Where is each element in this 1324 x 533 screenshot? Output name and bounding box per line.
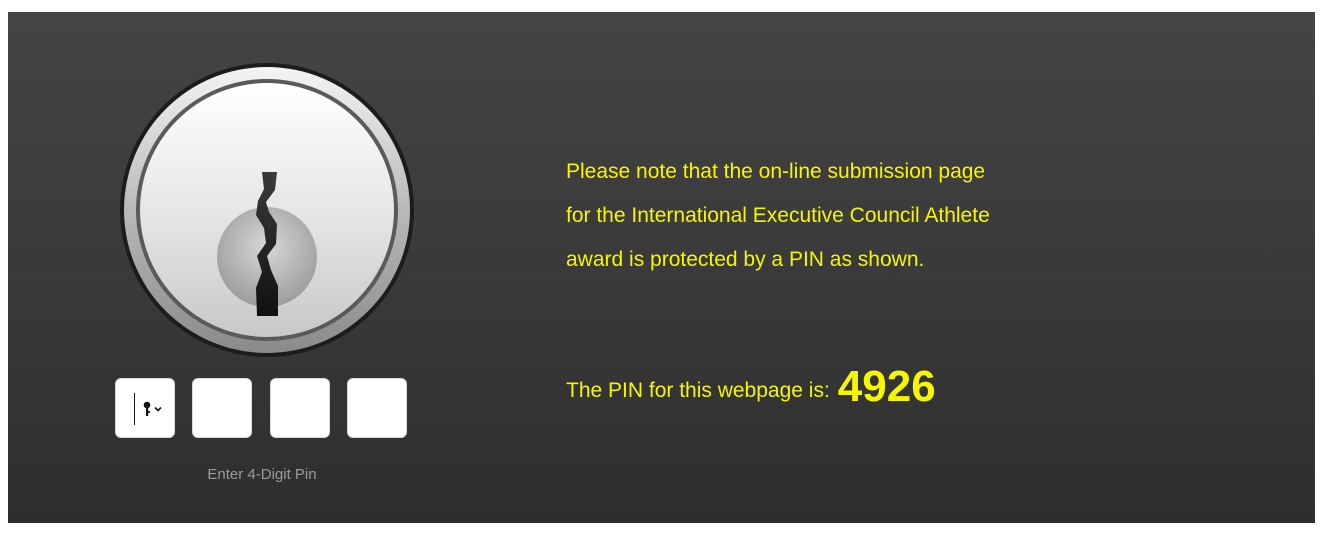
pin-digit-3-input[interactable] <box>270 378 330 438</box>
content-panel: Enter 4-Digit Pin Please note that the o… <box>8 12 1315 523</box>
key-icon[interactable] <box>142 400 168 418</box>
pin-protection-notice: Please note that the on-line submission … <box>566 150 1206 282</box>
notice-line: award is protected by a PIN as shown. <box>566 248 925 271</box>
pin-display: The PIN for this webpage is: 4926 <box>566 362 936 412</box>
pin-entry-row <box>115 378 409 440</box>
notice-line: for the International Executive Council … <box>566 204 990 227</box>
notice-line: Please note that the on-line submission … <box>566 160 986 183</box>
text-cursor <box>134 393 135 425</box>
keyhole-lock-icon <box>117 60 417 360</box>
pin-label: The PIN for this webpage is: <box>566 379 830 402</box>
pin-digit-1-input[interactable] <box>115 378 175 438</box>
pin-digit-2-input[interactable] <box>192 378 252 438</box>
pin-hint-label: Enter 4-Digit Pin <box>207 466 317 483</box>
pin-value: 4926 <box>837 362 936 411</box>
pin-digit-4-input[interactable] <box>347 378 407 438</box>
